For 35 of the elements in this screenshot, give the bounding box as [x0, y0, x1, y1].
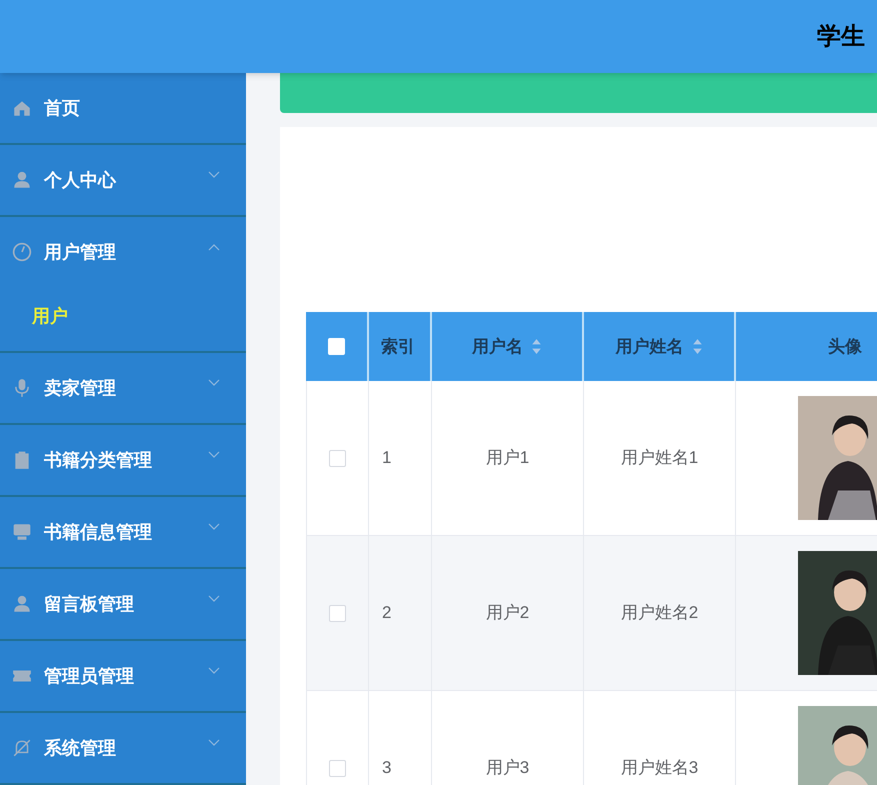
gauge-icon: [12, 242, 32, 262]
column-header[interactable]: 用户名: [472, 334, 523, 360]
table-cell-text: 2: [382, 602, 392, 624]
submenu-item[interactable]: 用户: [0, 287, 246, 351]
monitor-icon: [12, 522, 32, 542]
user-icon: [12, 170, 32, 190]
sidebar-item[interactable]: 个人中心: [0, 145, 246, 215]
sort-icon[interactable]: [692, 338, 702, 355]
table-cell-text: 用户姓名1: [620, 447, 698, 470]
sidebar-item[interactable]: 卖家管理: [0, 353, 246, 423]
column-header: 头像: [828, 336, 862, 358]
sidebar-item[interactable]: 系统管理: [0, 713, 246, 783]
column-header: 索引: [381, 336, 415, 358]
sidebar-item[interactable]: 管理员管理: [0, 641, 246, 711]
checkbox[interactable]: [329, 760, 346, 776]
sidebar-item[interactable]: 首页: [0, 73, 246, 143]
table-cell-text: 用户姓名2: [620, 602, 698, 624]
checkbox[interactable]: [329, 450, 346, 466]
sidebar-item[interactable]: 书籍信息管理: [0, 497, 246, 567]
table-cell-text: 用户姓名3: [620, 757, 698, 780]
table-cell-text: 3: [382, 757, 392, 780]
table-cell-text: 用户1: [486, 447, 530, 470]
table-cell-text: 用户2: [486, 602, 530, 624]
sidebar-item[interactable]: 用户管理: [0, 217, 246, 287]
sidebar-item[interactable]: 留言板管理: [0, 569, 246, 639]
user-icon: [12, 594, 32, 614]
app-title: 学生: [817, 22, 865, 52]
column-header[interactable]: 用户姓名: [616, 334, 684, 360]
table-cell-text: 1: [382, 447, 392, 470]
sidebar-item[interactable]: 书籍分类管理: [0, 425, 246, 495]
microphone-icon: [12, 378, 32, 398]
bell-off-icon: [12, 738, 32, 758]
checkbox[interactable]: [329, 604, 346, 622]
sort-icon[interactable]: [531, 338, 542, 355]
table-cell-text: 用户3: [486, 757, 530, 780]
